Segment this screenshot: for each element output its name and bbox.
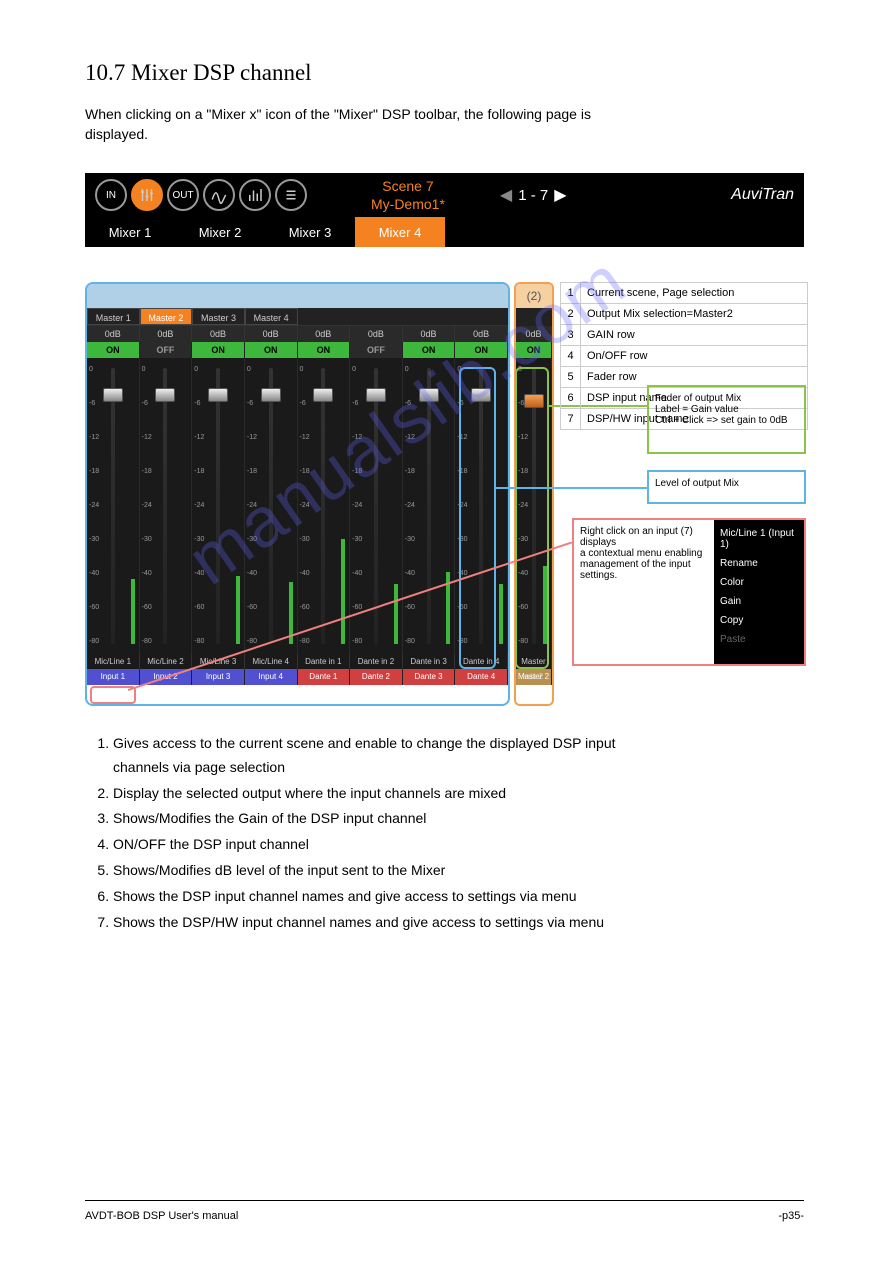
pager[interactable]: ◀ 1 - 7 ▶ bbox=[500, 185, 567, 205]
step-3: Shows/Modifies the Gain of the DSP input… bbox=[113, 807, 616, 831]
page-title: 10.7 Mixer DSP channel bbox=[85, 60, 312, 86]
meter-5 bbox=[341, 539, 345, 644]
meter-4 bbox=[289, 582, 293, 644]
master-tab-1[interactable]: Master 1 bbox=[87, 308, 140, 325]
gain-ch-8[interactable]: 0dB bbox=[455, 326, 508, 342]
fader-ch-5[interactable]: 0-6-12-18-24-30-40-60-80 bbox=[298, 358, 351, 654]
tab-mixer-4[interactable]: Mixer 4 bbox=[355, 217, 445, 247]
annot-row: 2Output Mix selection=Master2 bbox=[561, 304, 808, 325]
fader-ch-4[interactable]: 0-6-12-18-24-30-40-60-80 bbox=[245, 358, 298, 654]
output-onoff[interactable]: ON bbox=[516, 342, 552, 358]
fader-knob-2[interactable] bbox=[155, 388, 175, 402]
fader-ch-7[interactable]: 0-6-12-18-24-30-40-60-80 bbox=[403, 358, 456, 654]
pager-prev-icon[interactable]: ◀ bbox=[500, 185, 512, 205]
tab-mixer-1[interactable]: Mixer 1 bbox=[85, 217, 175, 247]
highlight-output-fader bbox=[515, 367, 549, 669]
callout-context-menu: Right click on an input (7) displays a c… bbox=[572, 518, 806, 666]
mixer-tabs: Mixer 1 Mixer 2 Mixer 3 Mixer 4 bbox=[85, 217, 804, 247]
meter-1 bbox=[131, 579, 135, 644]
in-icon[interactable]: IN bbox=[95, 179, 127, 211]
gain-ch-7[interactable]: 0dB bbox=[403, 326, 456, 342]
intro-text: When clicking on a "Mixer x" icon of the… bbox=[85, 105, 591, 144]
footer-title: AVDT-BOB DSP User's manual bbox=[85, 1210, 238, 1222]
eq-icon[interactable] bbox=[203, 179, 235, 211]
faders-row: 0-6-12-18-24-30-40-60-800-6-12-18-24-30-… bbox=[87, 358, 508, 654]
context-menu-preview: Mic/Line 1 (Input 1) Rename Color Gain C… bbox=[714, 520, 804, 664]
fader-ch-3[interactable]: 0-6-12-18-24-30-40-60-80 bbox=[192, 358, 245, 654]
fader-ch-2[interactable]: 0-6-12-18-24-30-40-60-80 bbox=[140, 358, 193, 654]
onoff-ch-7[interactable]: ON bbox=[403, 342, 456, 358]
fader-knob-4[interactable] bbox=[261, 388, 281, 402]
footer-page: -p35- bbox=[778, 1210, 804, 1222]
mixer-icon[interactable] bbox=[131, 179, 163, 211]
gain-ch-5[interactable]: 0dB bbox=[298, 326, 351, 342]
gain-ch-2[interactable]: 0dB bbox=[140, 326, 193, 342]
step-5: Shows/Modifies dB level of the input sen… bbox=[113, 859, 616, 883]
highlight-level-meter bbox=[459, 367, 496, 669]
fader-knob-6[interactable] bbox=[366, 388, 386, 402]
gain-ch-6[interactable]: 0dB bbox=[350, 326, 403, 342]
onoff-ch-1[interactable]: ON bbox=[87, 342, 140, 358]
onoff-ch-8[interactable]: ON bbox=[455, 342, 508, 358]
onoff-ch-4[interactable]: ON bbox=[245, 342, 298, 358]
onoff-ch-2[interactable]: OFF bbox=[140, 342, 193, 358]
footer-divider bbox=[85, 1200, 804, 1201]
onoff-row: ONOFFONONONOFFONON bbox=[87, 342, 508, 358]
meter-7 bbox=[446, 572, 450, 644]
meter-8 bbox=[499, 584, 503, 644]
step-2: Display the selected output where the in… bbox=[113, 782, 616, 806]
step-4: ON/OFF the DSP input channel bbox=[113, 833, 616, 857]
step-7: Shows the DSP/HW input channel names and… bbox=[113, 911, 616, 935]
tab-mixer-3[interactable]: Mixer 3 bbox=[265, 217, 355, 247]
gain-ch-1[interactable]: 0dB bbox=[87, 326, 140, 342]
master-tab-2[interactable]: Master 2 bbox=[140, 308, 193, 325]
out-icon[interactable]: OUT bbox=[167, 179, 199, 211]
highlight-input-1 bbox=[90, 686, 136, 704]
list-icon[interactable] bbox=[275, 179, 307, 211]
fader-ch-6[interactable]: 0-6-12-18-24-30-40-60-80 bbox=[350, 358, 403, 654]
master-tabs: Master 1 Master 2 Master 3 Master 4 bbox=[87, 308, 508, 326]
scene-display: Scene 7 My-Demo1* bbox=[371, 177, 445, 213]
onoff-ch-5[interactable]: ON bbox=[298, 342, 351, 358]
gain-row: 0dB0dB0dB0dB0dB0dB0dB0dB bbox=[87, 326, 508, 342]
levels-icon[interactable] bbox=[239, 179, 271, 211]
gain-ch-3[interactable]: 0dB bbox=[192, 326, 245, 342]
pager-next-icon[interactable]: ▶ bbox=[554, 185, 566, 205]
onoff-ch-3[interactable]: ON bbox=[192, 342, 245, 358]
callout-output-fader: Fader of output Mix Label = Gain value C… bbox=[647, 385, 806, 454]
steps-list: Gives access to the current scene and en… bbox=[85, 732, 616, 936]
tab-mixer-2[interactable]: Mixer 2 bbox=[175, 217, 265, 247]
fader-knob-7[interactable] bbox=[419, 388, 439, 402]
fader-knob-3[interactable] bbox=[208, 388, 228, 402]
master-tab-3[interactable]: Master 3 bbox=[192, 308, 245, 325]
brand-logo: AuviTran bbox=[731, 186, 794, 204]
annot-row: 3GAIN row bbox=[561, 325, 808, 346]
output-gain[interactable]: 0dB bbox=[516, 326, 552, 342]
annot-row: 4On/OFF row bbox=[561, 346, 808, 367]
annot-row: 1Current scene, Page selection bbox=[561, 283, 808, 304]
app-screenshot: IN OUT Scene 7 My-Demo1* ◀ 1 - 7 ▶ AuviT… bbox=[85, 173, 804, 247]
meter-3 bbox=[236, 576, 240, 644]
gain-ch-4[interactable]: 0dB bbox=[245, 326, 298, 342]
fader-knob-1[interactable] bbox=[103, 388, 123, 402]
step-1: Gives access to the current scene and en… bbox=[113, 732, 616, 780]
meter-6 bbox=[394, 584, 398, 644]
input-channels-panel: Master 1 Master 2 Master 3 Master 4 0dB0… bbox=[85, 282, 510, 706]
toolbar: IN OUT Scene 7 My-Demo1* ◀ 1 - 7 ▶ AuviT… bbox=[85, 173, 804, 217]
step-6: Shows the DSP input channel names and gi… bbox=[113, 885, 616, 909]
master-tab-4[interactable]: Master 4 bbox=[245, 308, 298, 325]
output-panel-header: (2) bbox=[516, 284, 552, 308]
fader-ch-1[interactable]: 0-6-12-18-24-30-40-60-80 bbox=[87, 358, 140, 654]
input-panel-header bbox=[87, 284, 508, 308]
fader-knob-5[interactable] bbox=[313, 388, 333, 402]
onoff-ch-6[interactable]: OFF bbox=[350, 342, 403, 358]
connector-blue bbox=[496, 487, 647, 489]
callout-output-level: Level of output Mix bbox=[647, 470, 806, 504]
